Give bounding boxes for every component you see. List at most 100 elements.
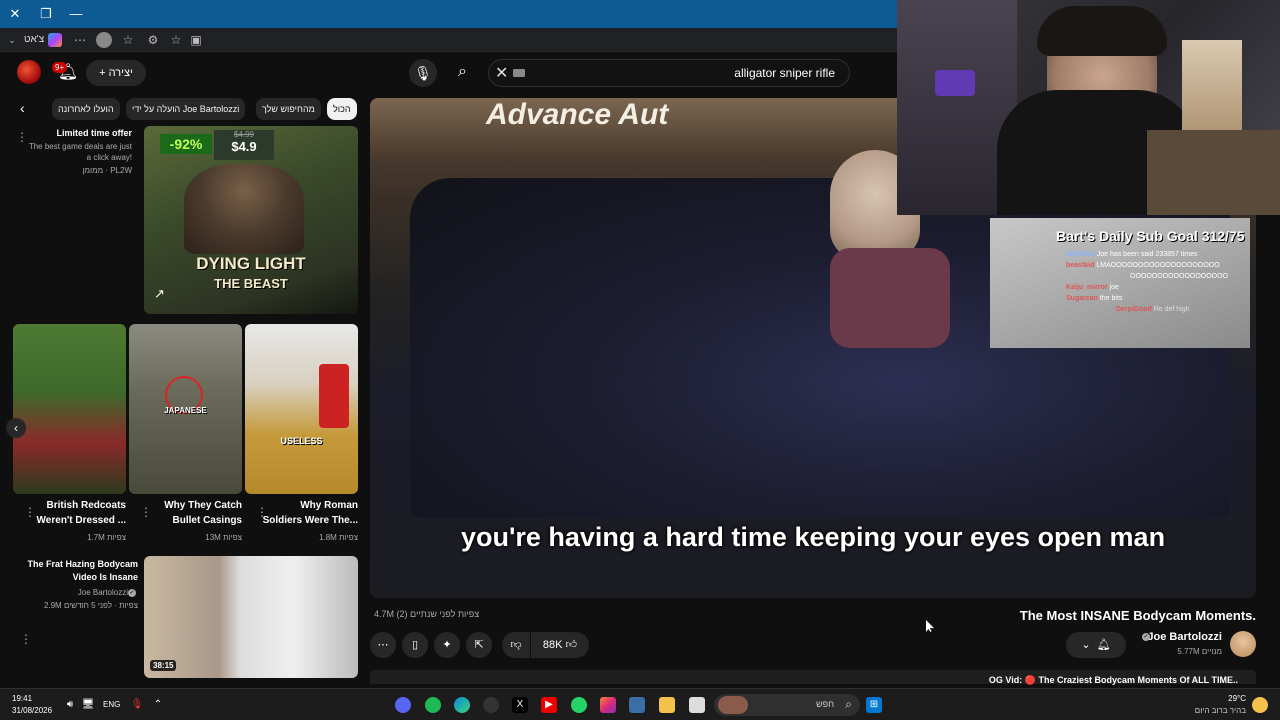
collections-icon[interactable]: ▣ [188, 32, 204, 48]
weather-sun-icon[interactable] [1252, 697, 1268, 713]
chat-user: DerpiDood [1116, 306, 1152, 313]
share-icon[interactable]: ⇱ [466, 632, 492, 658]
chat-text: OOOOOOOOOOOOOOOOOO [1130, 273, 1229, 280]
channel-avatar[interactable] [1230, 631, 1256, 657]
driver-shirt [830, 248, 950, 348]
language-indicator[interactable]: ENG [103, 700, 120, 709]
search-box[interactable]: ⌕ ✕ alligator sniper rifle [458, 59, 850, 87]
ad-title[interactable]: Limited time offer [56, 128, 132, 138]
short-thumbnail-3[interactable]: USELESS [245, 324, 358, 494]
related-video[interactable]: ⋮ The Frat Hazing Bodycam Video Is Insan… [14, 556, 360, 680]
dislike-icon[interactable]: 👎︎ [502, 632, 530, 658]
windows-start-icon[interactable]: ⊞ [866, 697, 882, 713]
short-2-menu-icon[interactable]: ⋮ [140, 505, 152, 519]
folder-icon[interactable] [659, 697, 675, 713]
chat-message: DerpiDood Ro def high [1066, 304, 1266, 315]
whatsapp-icon[interactable] [571, 697, 587, 713]
filter-chips: ‹ הועלו לאחרונה הועלה על ידי Joe Bartolo… [0, 96, 365, 122]
edge-icon[interactable] [454, 697, 470, 713]
short-1-title-line2[interactable]: Weren't Dressed ... [37, 515, 126, 526]
minimize-window-button[interactable]: — [66, 4, 86, 24]
more-icon[interactable]: ⋯ [72, 32, 88, 48]
ad-thumbnail[interactable]: -92% $4.99 $4.9 DYING LIGHT THE BEAST ↗ [144, 126, 358, 314]
related-thumbnail[interactable]: 38:15 [144, 556, 358, 678]
related-title-line1[interactable]: The Frat Hazing Bodycam [27, 559, 138, 569]
discord-icon[interactable] [395, 697, 411, 713]
chip-recently-uploaded[interactable]: הועלו לאחרונה [52, 98, 120, 120]
user-avatar[interactable] [17, 60, 41, 84]
extensions-icon[interactable]: ⚙ [145, 32, 161, 48]
short-thumbnail-1[interactable] [13, 324, 126, 494]
x-icon[interactable]: X [512, 697, 528, 713]
weather-desc[interactable]: בהיר ברוב היום [1195, 706, 1246, 715]
speaker-icon[interactable]: 🔊︎ [62, 697, 78, 713]
short-1-title-line1[interactable]: British Redcoats [47, 500, 126, 511]
keyboard-icon[interactable] [513, 69, 525, 77]
related-meta: 2.9M צפיות · לפני 5 חודשים [43, 601, 138, 610]
like-button[interactable]: 88K 👍︎ [531, 632, 589, 658]
rgb-light [935, 70, 975, 96]
description-preview[interactable]: OG Vid: 🔴 The Craziest Bodycam Moments O… [989, 675, 1238, 686]
related-menu-icon[interactable]: ⋮ [20, 632, 32, 646]
create-button[interactable]: + יצירה [86, 60, 146, 86]
chat-text: Ro def high [1153, 306, 1190, 313]
sub-goal: Bart's Daily Sub Goal 312/75 [1056, 228, 1245, 244]
short-3-views: 1.8M צפיות [319, 533, 358, 542]
short-1-views: 1.7M צפיות [87, 533, 126, 542]
save-icon[interactable]: ▯ [402, 632, 428, 658]
subscribed-button[interactable]: ⌄ 🔔︎ [1066, 632, 1126, 658]
clock-date[interactable]: 31/08/2026 [12, 706, 52, 715]
external-link-icon[interactable]: ↗ [154, 286, 165, 302]
chip-from-search[interactable]: מהחיפוש שלך [256, 98, 321, 120]
microphone-icon[interactable]: 🎙︎ [409, 59, 437, 87]
ad-discount: -92% [160, 134, 212, 154]
spotify-icon[interactable] [425, 697, 441, 713]
short-3-title-line1[interactable]: Why Roman [300, 500, 358, 511]
store-icon[interactable] [629, 697, 645, 713]
obs-icon[interactable] [483, 697, 499, 713]
weather-temp[interactable]: 29°C [1228, 694, 1246, 703]
desk [1147, 130, 1280, 215]
related-title-line2[interactable]: Video Is Insane [73, 572, 138, 582]
network-icon[interactable]: 🖥︎ [80, 697, 96, 713]
chevron-left-icon[interactable]: ‹ [20, 100, 25, 116]
ad-price-box: $4.99 $4.9 [214, 130, 274, 160]
instagram-icon[interactable] [600, 697, 616, 713]
profile-avatar[interactable] [96, 32, 112, 48]
sponsored-ad[interactable]: ⋮ Limited time offer The best game deals… [14, 126, 360, 316]
search-icon[interactable]: ⌕ [458, 63, 467, 81]
short-1-menu-icon[interactable]: ⋮ [24, 505, 36, 519]
short-3-title-line2[interactable]: Soldiers Were The... [263, 515, 358, 526]
ask-ai-icon[interactable]: ✦ [434, 632, 460, 658]
clear-search-icon[interactable]: ✕ [495, 63, 508, 83]
copilot-icon[interactable] [48, 33, 62, 47]
star-icon[interactable]: ☆ [120, 32, 136, 48]
ad-menu-icon[interactable]: ⋮ [16, 130, 28, 144]
microphone-icon[interactable]: 🎙︎ [129, 697, 145, 713]
related-channel[interactable]: Joe Bartolozzi [78, 588, 128, 597]
search-input[interactable]: alligator sniper rifle [734, 66, 835, 80]
like-count: 88K [542, 639, 563, 651]
copilot-chat-label[interactable]: צ'אט [24, 34, 44, 45]
close-window-button[interactable]: ✕ [5, 4, 25, 24]
short-thumbnail-2[interactable]: JAPANESE [129, 324, 242, 494]
short-2-title-line1[interactable]: Why They Catch [164, 500, 242, 511]
short-2-title-line2[interactable]: Bullet Casings [173, 515, 242, 526]
more-actions-button[interactable]: ⋯ [370, 632, 396, 658]
chevron-up-icon[interactable]: ⌃ [150, 697, 166, 713]
channel-name[interactable]: Joe Bartolozzi [1147, 631, 1222, 643]
verified-icon: ✓ [1142, 633, 1150, 641]
ad-desc-2: a click away! [86, 153, 132, 162]
clock-time[interactable]: 19:41 [12, 694, 32, 703]
taskbar-search[interactable]: חפש ⌕ [714, 694, 860, 716]
restore-window-button[interactable]: ❐ [36, 4, 56, 24]
shorts-scroll-left-button[interactable]: ‹ [6, 418, 26, 438]
chevron-down-icon[interactable]: ⌄ [4, 32, 20, 48]
related-duration: 38:15 [150, 660, 177, 671]
chip-all[interactable]: הכול [327, 98, 357, 120]
favorite-icon[interactable]: ☆ [168, 32, 184, 48]
streamer-hair [1037, 6, 1167, 56]
notepad-icon[interactable] [689, 697, 705, 713]
youtube-icon[interactable]: ▶ [541, 697, 557, 713]
chip-uploaded-by[interactable]: הועלה על ידי Joe Bartolozzi [126, 98, 246, 120]
